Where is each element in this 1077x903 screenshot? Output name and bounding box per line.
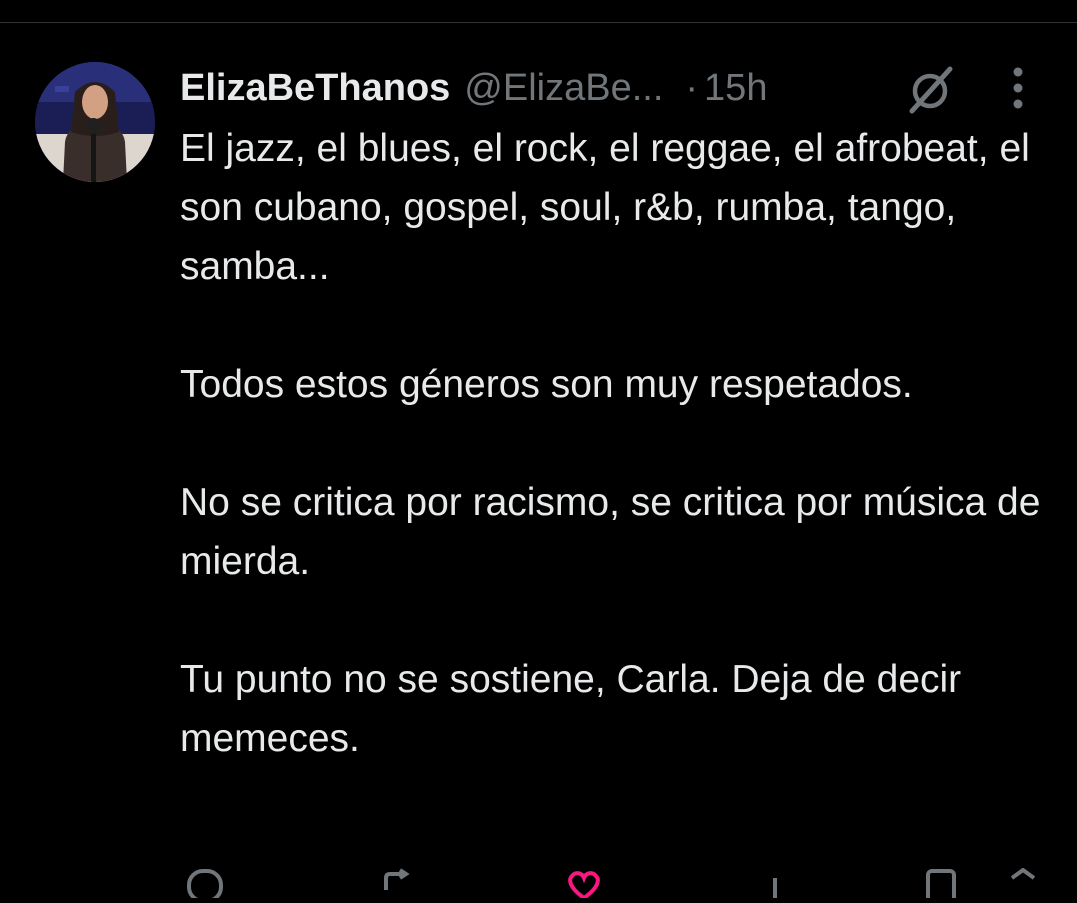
- views-icon[interactable]: [755, 868, 795, 903]
- bookmark-icon[interactable]: [924, 868, 960, 903]
- more-icon[interactable]: [1000, 64, 1036, 112]
- share-icon[interactable]: [1006, 867, 1040, 903]
- tweet-paragraph: El jazz, el blues, el rock, el reggae, e…: [180, 127, 1030, 288]
- avatar[interactable]: [35, 62, 155, 182]
- avatar-woman-with-microphone-icon: [35, 62, 155, 182]
- tweet-paragraph: Tu punto no se sostiene, Carla. Deja de …: [180, 658, 962, 760]
- tweet-header: ElizaBeThanos @ElizaBe... · 15h: [180, 62, 767, 114]
- like-icon[interactable]: [564, 868, 604, 903]
- top-divider: [0, 22, 1077, 23]
- tweet-paragraph: Todos estos géneros son muy respetados.: [180, 363, 913, 406]
- repost-icon[interactable]: [380, 868, 424, 903]
- separator-dot: ·: [685, 66, 699, 109]
- grok-icon[interactable]: [902, 64, 958, 116]
- tweet-paragraph: No se critica por racismo, se critica po…: [180, 481, 1041, 583]
- user-handle[interactable]: @ElizaBe...: [464, 67, 663, 110]
- display-name[interactable]: ElizaBeThanos: [180, 67, 450, 110]
- reply-icon[interactable]: [186, 868, 226, 903]
- tweet-text: El jazz, el blues, el rock, el reggae, e…: [180, 119, 1060, 827]
- timestamp[interactable]: 15h: [704, 67, 767, 110]
- action-bar: [180, 858, 1040, 903]
